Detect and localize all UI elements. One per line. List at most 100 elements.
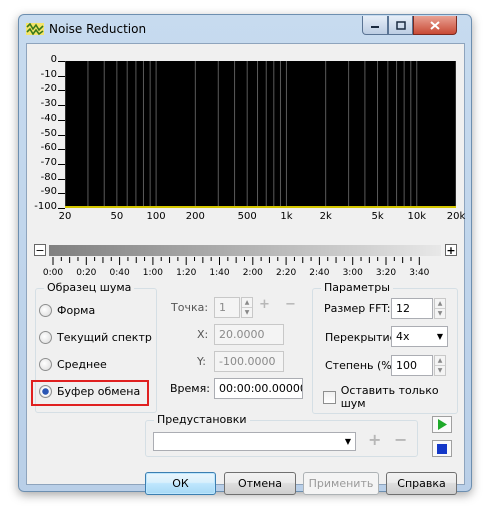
timeline-scrollbar[interactable] xyxy=(49,245,441,256)
presets-select[interactable]: ▼ xyxy=(153,432,356,451)
x-axis-label: 200 xyxy=(185,211,205,222)
timeline-label: 2:00 xyxy=(242,268,263,278)
radio-average[interactable]: Среднее xyxy=(39,358,107,371)
timeline-label: 1:40 xyxy=(209,268,230,278)
point-spinner[interactable]: ▲ ▼ xyxy=(241,297,253,318)
radio-button[interactable] xyxy=(39,358,52,371)
stop-button[interactable] xyxy=(432,440,452,457)
y-label: Y: xyxy=(197,355,206,368)
x-axis-label: 1k xyxy=(280,211,293,222)
x-axis-label: 20 xyxy=(58,211,72,222)
y-axis-tick xyxy=(58,90,65,92)
app-wave-icon xyxy=(26,23,44,35)
x-axis-label: 100 xyxy=(146,211,166,222)
radio-label: Буфер обмена xyxy=(57,385,141,398)
timeline-label: 3:40 xyxy=(409,268,430,278)
noise-only-label: Оставить только шум xyxy=(340,384,439,410)
dialog-body: 0 -10 -20 -30 -40 -50 -60 -70 -80 -90 -100 20 50 100… xyxy=(26,43,466,495)
remove-point-icon[interactable]: − xyxy=(285,297,296,312)
radio-label: Текущий спектр xyxy=(57,331,152,344)
close-button[interactable] xyxy=(413,16,457,35)
radio-button[interactable] xyxy=(39,304,52,317)
add-point-icon[interactable]: + xyxy=(259,297,270,312)
radio-label: Среднее xyxy=(57,358,107,371)
timeline-label: 0:00 xyxy=(42,268,64,278)
noise-profile-plot[interactable] xyxy=(65,61,456,208)
parameters-title: Параметры xyxy=(321,281,393,294)
timeline-label: 1:20 xyxy=(176,268,197,278)
radio-form[interactable]: Форма xyxy=(39,304,95,317)
y-axis-tick xyxy=(58,105,65,107)
timeline-zoom-in-button[interactable]: + xyxy=(445,244,457,256)
maximize-button[interactable] xyxy=(388,16,413,35)
y-axis-label: -90 xyxy=(40,186,57,198)
degree-spinner[interactable]: ▲ ▼ xyxy=(434,355,446,376)
point-label: Точка: xyxy=(171,301,209,314)
ok-button[interactable]: ОК xyxy=(145,472,216,495)
radio-label: Форма xyxy=(57,304,96,317)
noise-only-checkbox-row[interactable]: Оставить только шум xyxy=(323,384,464,410)
y-axis-label: -70 xyxy=(40,156,57,168)
spin-up-icon: ▲ xyxy=(437,299,443,307)
overlap-select[interactable]: 4x ▼ xyxy=(391,326,448,347)
title-bar[interactable]: Noise Reduction xyxy=(19,15,471,43)
cancel-button[interactable]: Отмена xyxy=(224,472,296,495)
window-title: Noise Reduction xyxy=(49,22,147,36)
y-axis-label: -10 xyxy=(40,68,57,80)
y-axis-label: 0 xyxy=(50,54,57,65)
help-button[interactable]: Справка xyxy=(386,472,457,495)
radio-button[interactable] xyxy=(39,331,52,344)
overlap-value: 4x xyxy=(396,330,410,343)
point-input[interactable]: 1 xyxy=(214,297,240,318)
play-icon xyxy=(438,419,447,430)
time-label: Время: xyxy=(170,382,210,395)
degree-input[interactable]: 100 xyxy=(391,355,433,376)
spin-down-icon: ▼ xyxy=(242,307,252,317)
x-axis-label: 2k xyxy=(319,211,332,222)
radio-current-spectrum[interactable]: Текущий спектр xyxy=(39,331,152,344)
y-axis-tick xyxy=(58,208,65,209)
spin-down-icon: ▼ xyxy=(435,365,445,375)
timeline-ruler xyxy=(52,257,420,265)
timeline-label: 1:00 xyxy=(142,268,163,278)
fft-size-spinner[interactable]: ▲ ▼ xyxy=(434,298,446,319)
y-axis-tick xyxy=(58,134,65,136)
y-input[interactable]: -100.0000 xyxy=(214,351,284,372)
stop-icon xyxy=(437,443,447,454)
noise-only-checkbox[interactable] xyxy=(323,390,336,404)
y-axis-label: -40 xyxy=(40,112,57,124)
play-button[interactable] xyxy=(432,416,452,433)
timeline-label: 2:20 xyxy=(275,268,297,278)
x-axis-label: 20k xyxy=(446,211,466,222)
y-axis-label: -30 xyxy=(40,98,57,110)
spin-up-icon: ▲ xyxy=(244,298,250,306)
x-input[interactable]: 20.0000 xyxy=(214,324,284,345)
spin-down-icon: ▼ xyxy=(435,308,445,318)
time-input[interactable]: 00:00:00.00000 xyxy=(214,378,303,399)
chevron-down-icon: ▼ xyxy=(344,437,351,446)
timeline-label: 0:20 xyxy=(76,268,97,278)
minimize-icon xyxy=(371,26,379,28)
y-axis-label: -50 xyxy=(40,127,57,139)
timeline-label: 0:40 xyxy=(109,268,130,278)
fft-size-label: Размер FFT: xyxy=(324,302,391,315)
x-axis-label: 50 xyxy=(110,211,124,222)
timeline-zoom-out-button[interactable]: − xyxy=(34,244,46,256)
radio-clipboard[interactable]: Буфер обмена xyxy=(39,385,140,398)
chevron-down-icon: ▼ xyxy=(436,332,443,341)
timeline-label: 3:20 xyxy=(375,268,397,278)
apply-button[interactable]: Применить xyxy=(303,472,379,495)
fft-size-input[interactable]: 12 xyxy=(391,298,433,319)
y-axis-tick xyxy=(58,149,65,151)
y-axis-tick xyxy=(58,193,65,195)
y-axis-label: -80 xyxy=(40,171,57,183)
minimize-button[interactable] xyxy=(362,16,388,35)
radio-button-selected[interactable] xyxy=(39,385,52,398)
timeline-label: 3:00 xyxy=(342,268,363,278)
noise-sample-title: Образец шума xyxy=(44,281,135,294)
remove-preset-icon[interactable]: − xyxy=(394,430,407,449)
add-preset-icon[interactable]: + xyxy=(368,430,381,449)
frequency-graph[interactable]: 0 -10 -20 -30 -40 -50 -60 -70 -80 -90 -100 20 50 100… xyxy=(27,44,466,244)
x-axis-label: 5k xyxy=(371,211,384,222)
y-axis-tick xyxy=(58,119,65,121)
